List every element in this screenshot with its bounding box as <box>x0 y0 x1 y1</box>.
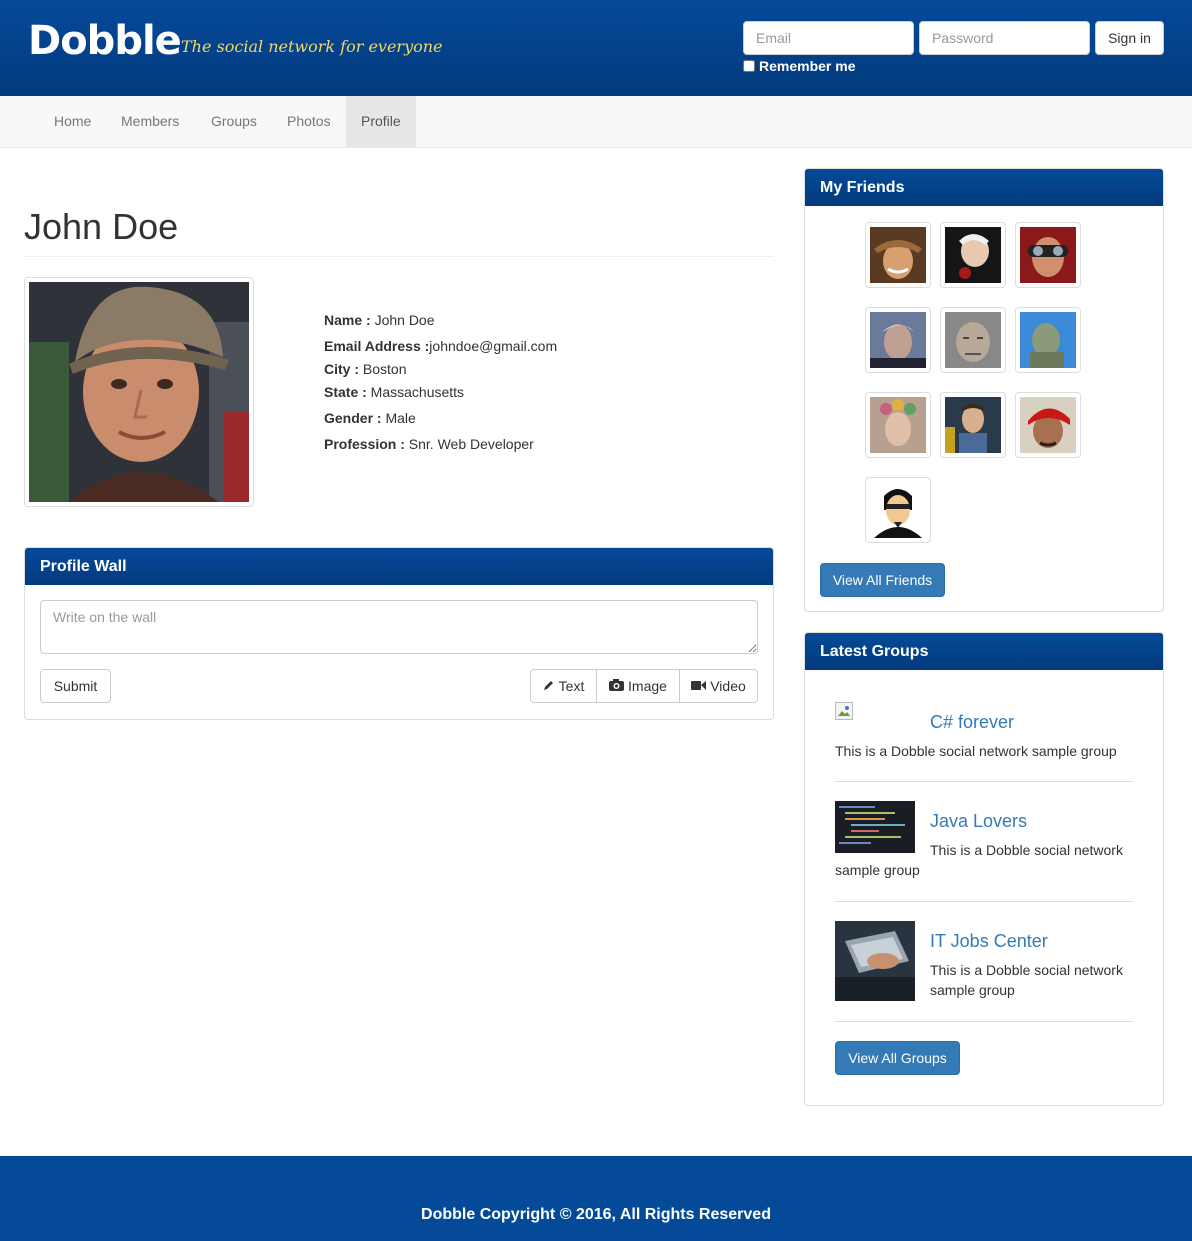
post-video-label: Video <box>710 678 746 694</box>
email-input[interactable] <box>743 21 914 55</box>
wall-submit-button[interactable]: Submit <box>40 669 111 703</box>
sign-in-button[interactable]: Sign in <box>1095 21 1164 55</box>
group-divider <box>835 781 1133 782</box>
post-video-button[interactable]: Video <box>679 669 758 703</box>
post-text-label: Text <box>558 678 585 694</box>
profile-gender-label: Gender : <box>324 410 382 426</box>
broken-image-icon <box>835 702 853 720</box>
friend-avatar[interactable] <box>1015 392 1081 458</box>
nav-item-members[interactable]: Members <box>106 96 194 147</box>
group-name-link[interactable]: C# forever <box>930 712 1014 733</box>
pencil-icon <box>543 678 555 694</box>
profile-wall-heading: Profile Wall <box>25 548 773 585</box>
latest-groups-heading: Latest Groups <box>805 633 1163 670</box>
friend-avatar[interactable] <box>940 307 1006 373</box>
friend-avatar[interactable] <box>865 222 931 288</box>
profile-wall-panel: Profile Wall Submit Text Image Video <box>24 547 774 720</box>
group-item: C# forever This is a Dobble social netwo… <box>835 702 1133 782</box>
profile-city-label: City : <box>324 361 359 377</box>
latest-groups-panel: Latest Groups C# forever This is a Dobbl… <box>804 632 1164 1106</box>
group-item: Java Lovers This is a Dobble social netw… <box>835 801 1133 901</box>
profile-name-line: Name : John Doe <box>324 312 435 328</box>
site-logo[interactable]: Dobble <box>28 18 182 64</box>
title-divider <box>24 256 774 257</box>
group-divider <box>835 901 1133 902</box>
group-name-link[interactable]: IT Jobs Center <box>930 931 1048 952</box>
profile-state-label: State : <box>324 384 367 400</box>
wall-post-input[interactable] <box>40 600 758 654</box>
footer-copyright: Dobble Copyright © 2016, All Rights Rese… <box>421 1206 771 1223</box>
profile-city-value: Boston <box>359 361 407 377</box>
profile-profession-value: Snr. Web Developer <box>404 436 534 452</box>
remember-me[interactable]: Remember me <box>743 58 856 74</box>
profile-name-label: Name : <box>324 312 371 328</box>
group-name-link[interactable]: Java Lovers <box>930 811 1027 832</box>
friend-avatar[interactable] <box>865 392 931 458</box>
site-tagline: The social network for everyone <box>181 37 443 56</box>
remember-me-checkbox[interactable] <box>743 60 755 72</box>
main-navbar: Home Members Groups Photos Profile <box>0 96 1192 148</box>
view-all-friends-button[interactable]: View All Friends <box>820 563 945 597</box>
profile-name-value: John Doe <box>370 312 435 328</box>
group-description: This is a Dobble social network sample g… <box>835 842 1123 878</box>
camera-icon <box>609 678 625 694</box>
profile-gender-line: Gender : Male <box>324 410 416 426</box>
post-image-button[interactable]: Image <box>596 669 680 703</box>
profile-gender-value: Male <box>381 410 416 426</box>
group-item: IT Jobs Center This is a Dobble social n… <box>835 921 1133 1021</box>
profile-state-value: Massachusetts <box>366 384 465 400</box>
nav-item-photos[interactable]: Photos <box>272 96 346 147</box>
post-image-label: Image <box>628 678 667 694</box>
my-friends-panel: My Friends View All Friends <box>804 168 1164 612</box>
password-input[interactable] <box>919 21 1090 55</box>
group-thumbnail <box>835 921 915 1001</box>
profile-profession-line: Profession : Snr. Web Developer <box>324 436 534 452</box>
site-header: Dobble The social network for everyone S… <box>0 0 1192 96</box>
profile-photo <box>24 277 254 507</box>
profile-city-line: City : Boston <box>324 361 406 377</box>
profile-email-label: Email Address : <box>324 338 430 354</box>
profile-email-line: Email Address :johndoe@gmail.com <box>324 338 557 354</box>
profile-photo-image <box>29 282 249 502</box>
friend-avatar[interactable] <box>940 392 1006 458</box>
friend-avatar[interactable] <box>865 307 931 373</box>
group-description: This is a Dobble social network sample g… <box>835 743 1117 759</box>
profile-email-value: johndoe@gmail.com <box>429 338 558 354</box>
page-title: John Doe <box>24 206 179 247</box>
friend-avatar[interactable] <box>865 477 931 543</box>
nav-item-home[interactable]: Home <box>39 96 106 147</box>
friend-avatar[interactable] <box>1015 222 1081 288</box>
profile-profession-label: Profession : <box>324 436 405 452</box>
post-text-button[interactable]: Text <box>530 669 597 703</box>
view-all-groups-button[interactable]: View All Groups <box>835 1041 960 1075</box>
remember-me-label: Remember me <box>759 58 856 74</box>
site-footer: Dobble Copyright © 2016, All Rights Rese… <box>0 1156 1192 1241</box>
post-type-toggle: Text Image Video <box>530 669 758 703</box>
group-description: This is a Dobble social network sample g… <box>930 962 1123 998</box>
group-divider <box>835 1021 1133 1022</box>
friend-avatar[interactable] <box>940 222 1006 288</box>
nav-item-profile[interactable]: Profile <box>346 96 416 147</box>
friend-avatar[interactable] <box>1015 307 1081 373</box>
video-camera-icon <box>691 678 707 694</box>
my-friends-heading: My Friends <box>805 169 1163 206</box>
nav-item-groups[interactable]: Groups <box>196 96 272 147</box>
profile-state-line: State : Massachusetts <box>324 384 464 400</box>
